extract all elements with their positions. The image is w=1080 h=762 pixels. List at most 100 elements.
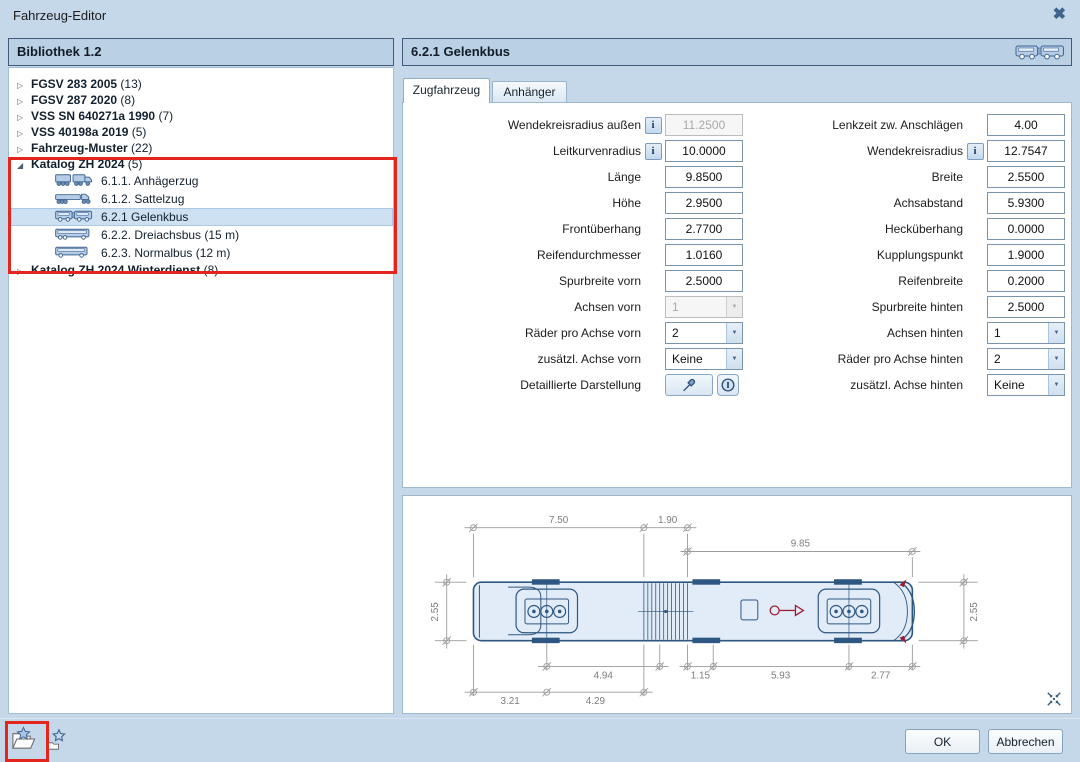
field-label: Leitkurvenradius: [552, 144, 641, 158]
chevron-down-icon: ▼: [726, 323, 742, 343]
tree-item[interactable]: 6.1.1. Anhägerzug: [9, 172, 393, 190]
info-icon[interactable]: i: [644, 116, 662, 134]
tree-item-label: 6.2.2. Dreiachsbus (15 m): [101, 228, 240, 242]
field-input[interactable]: 2.5000: [987, 296, 1065, 318]
tab-anhaenger[interactable]: Anhänger: [492, 81, 567, 103]
tree-group-label: Katalog ZH 2024 Winterdienst: [31, 263, 201, 277]
field-input[interactable]: 10.0000: [665, 140, 743, 162]
field-input[interactable]: 1.0160: [665, 244, 743, 266]
field-input[interactable]: 0.0000: [987, 218, 1065, 240]
field-label: Achsen hinten: [886, 326, 963, 340]
field-label: Lenkzeit zw. Anschlägen: [832, 118, 963, 132]
form-row: Räder pro Achse hinten 2 ▼: [751, 346, 1065, 372]
select-value: 1: [994, 326, 1001, 340]
field-control: 9.8500: [665, 166, 743, 188]
tree-item[interactable]: 6.2.3. Normalbus (12 m): [9, 244, 393, 262]
field-label: Detaillierte Darstellung: [520, 378, 641, 392]
field-input[interactable]: 2.9500: [665, 192, 743, 214]
tree-item[interactable]: 6.2.2. Dreiachsbus (15 m): [9, 226, 393, 244]
tree-item[interactable]: 6.2.1 Gelenkbus: [9, 208, 393, 226]
field-control: 0.2000: [987, 270, 1065, 292]
tree-item-label: 6.1.2. Sattelzug: [101, 192, 185, 206]
tree-group-label: FGSV 283 2005: [31, 77, 118, 91]
tree-group-label: FGSV 287 2020: [31, 93, 118, 107]
field-control: 2 ▼: [987, 348, 1065, 370]
dim-label: 2.55: [969, 602, 980, 622]
form-row: Achsen vorn 1 ▼: [413, 294, 743, 320]
vehicle-drawing-panel: 7.50 1.90 9.85 4.94 1.15 5.93 2.77 3.21 …: [402, 495, 1072, 714]
tree-group[interactable]: ▷ Katalog ZH 2024 Winterdienst (8): [9, 262, 393, 278]
chevron-down-icon: ▼: [1048, 323, 1064, 343]
field-input[interactable]: 2.5000: [665, 270, 743, 292]
field-label: Breite: [931, 170, 963, 184]
info-slot: i: [641, 116, 665, 134]
form-row: Achsen hinten 1 ▼: [751, 320, 1065, 346]
field-input[interactable]: 2.7700: [665, 218, 743, 240]
tree-group[interactable]: ▷ FGSV 283 2005 (13): [9, 76, 393, 92]
tree-item[interactable]: 6.1.2. Sattelzug: [9, 190, 393, 208]
info-icon[interactable]: i: [644, 142, 662, 160]
tree-item-label: 6.2.1 Gelenkbus: [101, 210, 189, 224]
select-value: 1: [672, 300, 679, 314]
field-select[interactable]: 2 ▼: [665, 322, 743, 344]
pipette-button[interactable]: [665, 374, 713, 396]
chevron-down-icon: ▼: [726, 349, 742, 369]
field-input[interactable]: 5.9300: [987, 192, 1065, 214]
form-row: Leitkurvenradius i 10.0000: [413, 138, 743, 164]
detail-toggle-button[interactable]: [717, 374, 739, 396]
tree-group-count: (13): [117, 77, 142, 91]
form-row: Höhe 2.9500: [413, 190, 743, 216]
form-row: Frontüberhang 2.7700: [413, 216, 743, 242]
tree-group[interactable]: ◢ Katalog ZH 2024 (5): [9, 156, 393, 172]
semi-truck-icon: [55, 191, 93, 205]
field-label: zusätzl. Achse vorn: [537, 352, 641, 366]
field-label: zusätzl. Achse hinten: [850, 378, 963, 392]
field-input[interactable]: 0.2000: [987, 270, 1065, 292]
tree-group[interactable]: ▷ VSS SN 640271a 1990 (7): [9, 108, 393, 124]
field-control: 12.7547: [987, 140, 1065, 162]
footer-divider: [0, 718, 1080, 719]
form-row: Detaillierte Darstellung: [413, 372, 743, 398]
field-input[interactable]: 4.00: [987, 114, 1065, 136]
field-select[interactable]: Keine ▼: [665, 348, 743, 370]
field-input[interactable]: 12.7547: [987, 140, 1065, 162]
field-select[interactable]: Keine ▼: [987, 374, 1065, 396]
field-select[interactable]: 1 ▼: [987, 322, 1065, 344]
add-to-favorites-icon[interactable]: [46, 728, 70, 752]
tree-group[interactable]: ▷ FGSV 287 2020 (8): [9, 92, 393, 108]
field-control: Keine ▼: [665, 348, 743, 370]
detail-buttons: [665, 374, 743, 396]
ok-button[interactable]: OK: [905, 729, 980, 754]
form-row: Spurbreite hinten 2.5000: [751, 294, 1065, 320]
form-row: Kupplungspunkt 1.9000: [751, 242, 1065, 268]
form-row: Länge 9.8500: [413, 164, 743, 190]
field-control: 2.9500: [665, 192, 743, 214]
field-label: Höhe: [612, 196, 641, 210]
articulated-bus-icon: [55, 209, 93, 223]
field-input[interactable]: 1.9000: [987, 244, 1065, 266]
field-input[interactable]: 2.5500: [987, 166, 1065, 188]
form-column-left: Wendekreisradius außen i 11.2500 Leitkurven…: [413, 112, 743, 398]
field-control: [665, 374, 743, 396]
open-library-folder-icon[interactable]: [10, 726, 37, 753]
expand-icon[interactable]: ▷: [17, 264, 31, 280]
select-value: 2: [994, 352, 1001, 366]
tree-group-label: VSS SN 640271a 1990: [31, 109, 156, 123]
form-row: Spurbreite vorn 2.5000: [413, 268, 743, 294]
fit-view-icon[interactable]: [1046, 691, 1062, 707]
tree-group[interactable]: ▷ VSS 40198a 2019 (5): [9, 124, 393, 140]
field-select: 1 ▼: [665, 296, 743, 318]
field-label: Räder pro Achse hinten: [837, 352, 963, 366]
tree-group[interactable]: ▷ Fahrzeug-Muster (22): [9, 140, 393, 156]
field-input[interactable]: 9.8500: [665, 166, 743, 188]
tree-group-label: VSS 40198a 2019: [31, 125, 129, 139]
tree-group-label: Fahrzeug-Muster: [31, 141, 128, 155]
field-select[interactable]: 2 ▼: [987, 348, 1065, 370]
info-icon[interactable]: i: [966, 142, 984, 160]
close-icon[interactable]: ✖: [1053, 4, 1066, 24]
field-control: 2.5000: [987, 296, 1065, 318]
cancel-button[interactable]: Abbrechen: [988, 729, 1063, 754]
field-control: 0.0000: [987, 218, 1065, 240]
tab-zugfahrzeug[interactable]: Zugfahrzeug: [403, 78, 490, 103]
form-row: Wendekreisradius außen i 11.2500: [413, 112, 743, 138]
